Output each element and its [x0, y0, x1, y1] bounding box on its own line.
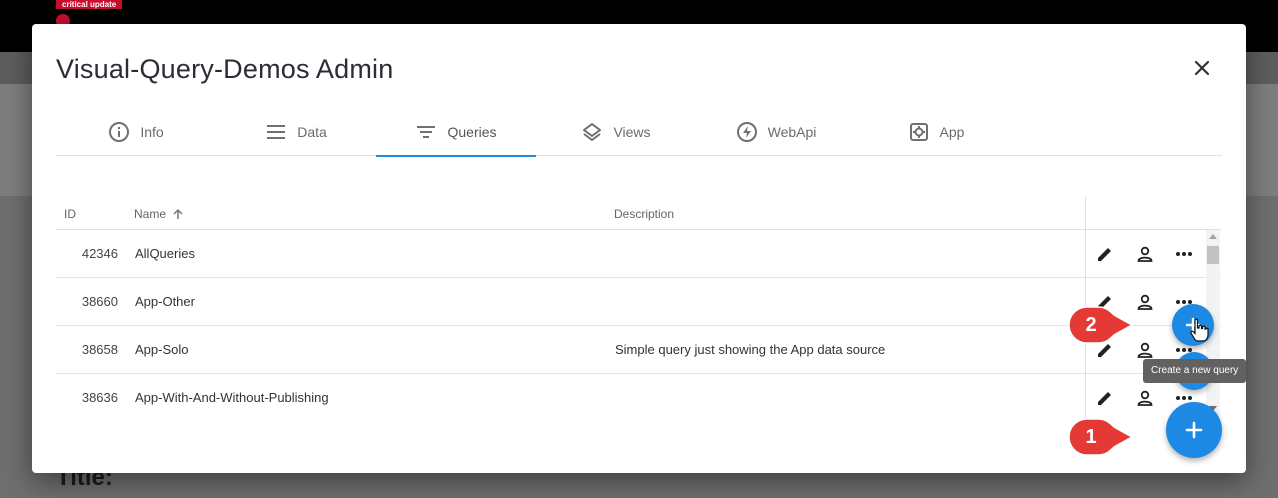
edit-button[interactable]: [1093, 242, 1117, 266]
tab-views[interactable]: Views: [536, 108, 696, 156]
hand-cursor-icon: [1189, 318, 1209, 342]
tab-webapi[interactable]: WebApi: [696, 108, 856, 156]
column-header-name-label: Name: [134, 207, 167, 221]
callout-number: 2: [1085, 314, 1097, 336]
info-icon: [108, 121, 130, 143]
settings-icon: [908, 121, 930, 143]
column-header-id[interactable]: ID: [64, 198, 76, 230]
close-icon: [1194, 60, 1210, 76]
row-name: App-Other: [135, 294, 195, 309]
row-id: 42346: [81, 246, 118, 261]
tab-info[interactable]: Info: [56, 108, 216, 156]
tab-data[interactable]: Data: [216, 108, 376, 156]
table-row[interactable]: 38636 App-With-And-Without-Publishing: [56, 374, 1221, 422]
tab-bar: Info Data Queries Views WebApi App: [56, 108, 1222, 157]
pencil-icon: [1098, 248, 1111, 261]
callout-marker: 1: [1068, 418, 1134, 456]
tab-label: Views: [613, 124, 651, 140]
row-name: AllQueries: [135, 246, 195, 261]
plus-icon: [1185, 421, 1203, 439]
row-id: 38636: [81, 390, 118, 405]
person-icon: [1137, 390, 1153, 406]
row-name: App-With-And-Without-Publishing: [135, 390, 329, 405]
permissions-button[interactable]: [1133, 290, 1157, 314]
person-icon: [1137, 294, 1153, 310]
table-header: ID Name Description: [56, 196, 1221, 230]
table-row[interactable]: 42346 AllQueries: [56, 230, 1221, 278]
tab-label: WebApi: [767, 124, 817, 140]
critical-update-badge: critical update: [56, 0, 123, 9]
table-row[interactable]: 38658 App-Solo Simple query just showing…: [56, 326, 1221, 374]
callout-number: 1: [1085, 426, 1097, 448]
admin-dialog: Visual-Query-Demos Admin Info Data Queri…: [32, 24, 1246, 473]
permissions-button[interactable]: [1133, 242, 1157, 266]
tab-label: Queries: [447, 124, 497, 140]
close-button[interactable]: [1190, 56, 1214, 80]
actions-divider: [1085, 230, 1086, 278]
sort-ascending-icon: [173, 208, 183, 219]
person-icon: [1137, 246, 1153, 262]
row-id: 38660: [81, 294, 118, 309]
row-description: Simple query just showing the App data s…: [615, 342, 886, 357]
scroll-up-arrow-icon[interactable]: [1209, 234, 1217, 239]
row-id: 38658: [81, 342, 118, 357]
actions-divider: [1085, 374, 1086, 422]
permissions-button[interactable]: [1133, 386, 1157, 410]
queries-table-body: 42346 AllQueries 38660 App-Other 38658 A…: [56, 230, 1221, 422]
layers-icon: [581, 121, 603, 143]
tab-app[interactable]: App: [856, 108, 1016, 156]
tab-queries[interactable]: Queries: [376, 108, 536, 157]
column-header-description[interactable]: Description: [614, 198, 674, 230]
tab-label: App: [939, 124, 965, 140]
more-horizontal-icon: [1176, 252, 1192, 256]
add-fab-button[interactable]: [1166, 402, 1222, 458]
menu-icon: [265, 121, 287, 143]
pencil-icon: [1098, 392, 1111, 405]
callout-marker: 2: [1068, 306, 1134, 344]
more-button[interactable]: [1172, 242, 1196, 266]
filter-icon: [415, 121, 437, 143]
table-row[interactable]: 38660 App-Other: [56, 278, 1221, 326]
bolt-icon: [736, 121, 758, 143]
actions-divider: [1085, 196, 1086, 230]
scrollbar-thumb[interactable]: [1207, 246, 1219, 264]
more-horizontal-icon: [1176, 396, 1192, 400]
tab-label: Data: [297, 124, 327, 140]
row-name: App-Solo: [135, 342, 189, 357]
edit-button[interactable]: [1093, 386, 1117, 410]
dialog-title: Visual-Query-Demos Admin: [56, 54, 394, 84]
person-icon: [1137, 342, 1153, 358]
tab-label: Info: [140, 124, 164, 140]
column-header-name[interactable]: Name: [134, 198, 184, 230]
tooltip-create-query: Create a new query: [1143, 359, 1247, 383]
